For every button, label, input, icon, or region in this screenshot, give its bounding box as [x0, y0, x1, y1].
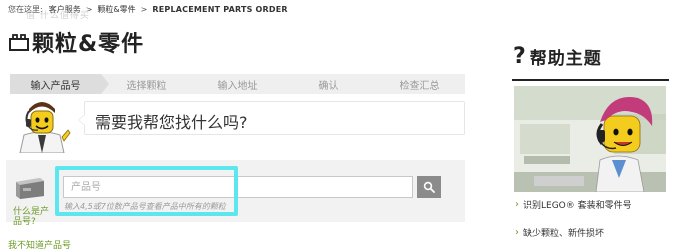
page-title: 颗粒&零件 [8, 26, 144, 58]
page-title-text: 颗粒&零件 [32, 32, 145, 57]
help-topics-title: ? 帮助主题 [513, 44, 602, 69]
breadcrumb-item-bricks-parts[interactable]: 颗粒&零件 [97, 4, 135, 15]
step-confirm: 确认 [318, 80, 339, 92]
chevron-right-icon: › [515, 199, 519, 210]
help-link-label: 缺少颗粒、新件损坏 [523, 229, 605, 239]
help-link-identify-sets[interactable]: › 识别LEGO® 套装和零件号 [515, 198, 632, 211]
speech-bubble-text: 需要我帮您找什么吗? [95, 113, 248, 132]
dont-know-product-number-link[interactable]: 我不知道产品号 [8, 238, 71, 251]
help-link-missing-bricks[interactable]: › 缺少颗粒、新件损坏 [515, 226, 604, 239]
question-mark-icon: ? [513, 44, 526, 69]
step-enter-product-number: 输入产品号 [10, 74, 109, 94]
step-enter-address: 输入地址 [217, 80, 258, 92]
search-button[interactable] [417, 176, 441, 198]
chevron-right-icon: › [515, 227, 519, 238]
help-divider [512, 79, 669, 81]
magnifier-icon [423, 181, 435, 193]
breadcrumb-item-current: REPLACEMENT PARTS ORDER [152, 4, 288, 14]
product-number-field[interactable] [63, 176, 413, 198]
brick-outline-icon [9, 34, 29, 51]
product-number-hint: 输入4,5或7位数产品号查看产品中所有的颗粒 [64, 202, 226, 211]
helper-section: 需要我帮您找什么吗? [10, 97, 465, 153]
product-number-input[interactable] [64, 177, 412, 197]
minifig-helper-image [10, 97, 74, 153]
watermark: 值 什么值得买 [26, 11, 90, 21]
step-review-summary: 检查汇总 [399, 80, 440, 92]
step-choose-bricks: 选择颗粒 [126, 80, 167, 92]
help-minifig-image [514, 86, 666, 192]
product-box-image [16, 178, 44, 199]
help-topics-title-text: 帮助主题 [529, 49, 602, 69]
speech-bubble: 需要我帮您找什么吗? [78, 101, 465, 135]
help-link-label: 识别LEGO® 套装和零件号 [523, 201, 632, 211]
what-is-product-number-link[interactable]: 什么是产品号? [13, 207, 57, 227]
progress-steps: 输入产品号 选择颗粒 输入地址 确认 检查汇总 [10, 74, 465, 94]
breadcrumb-separator: > [140, 4, 148, 14]
product-search-panel: 什么是产品号? 输入4,5或7位数产品号查看产品中所有的颗粒 [6, 160, 465, 227]
